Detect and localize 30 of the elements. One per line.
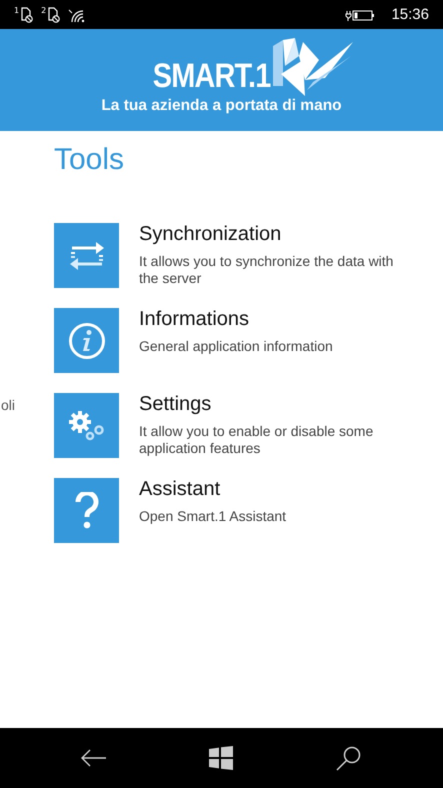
sim-number: 1	[14, 6, 20, 14]
battery-charging-icon	[345, 8, 376, 22]
windows-start-icon[interactable]	[209, 746, 234, 770]
tool-title: Assistant	[139, 478, 222, 500]
tool-item[interactable]: Informations General application information	[54, 308, 443, 373]
app-logo-text: SMART.1	[153, 60, 271, 92]
sim-blocked-icon	[20, 6, 34, 22]
tool-description: General application information	[139, 338, 334, 355]
tool-description: It allow you to enable or disable some application features	[139, 423, 374, 457]
sync-arrows-icon	[68, 240, 106, 272]
gears-icon	[68, 410, 106, 442]
search-icon[interactable]	[336, 745, 362, 771]
sim-blocked-icon	[47, 6, 62, 22]
tool-title: Synchronization	[139, 223, 282, 245]
tool-item[interactable]: Synchronization It allows you to synchronize the data with the server	[54, 223, 443, 288]
side-text: oli	[1, 397, 16, 413]
back-icon[interactable]	[81, 749, 108, 767]
tool-title: Settings	[139, 393, 212, 415]
info-icon	[68, 322, 106, 360]
tagline: La tua azienda a portata di mano	[101, 97, 342, 115]
page-title: Tools	[54, 143, 126, 177]
question-mark-icon	[74, 492, 98, 530]
clock-time: 15:36	[391, 6, 429, 23]
tool-description: Open Smart.1 Assistant	[139, 508, 288, 525]
tool-description: It allows you to synchronize the data with the server	[139, 253, 394, 287]
tool-item[interactable]: Assistant Open Smart.1 Assistant	[54, 478, 443, 543]
tool-item[interactable]: Settings It allow you to enable or disable some application features	[54, 393, 443, 458]
sim-number: 2	[41, 6, 46, 14]
tool-title: Informations	[139, 308, 250, 330]
wifi-icon	[68, 6, 86, 22]
